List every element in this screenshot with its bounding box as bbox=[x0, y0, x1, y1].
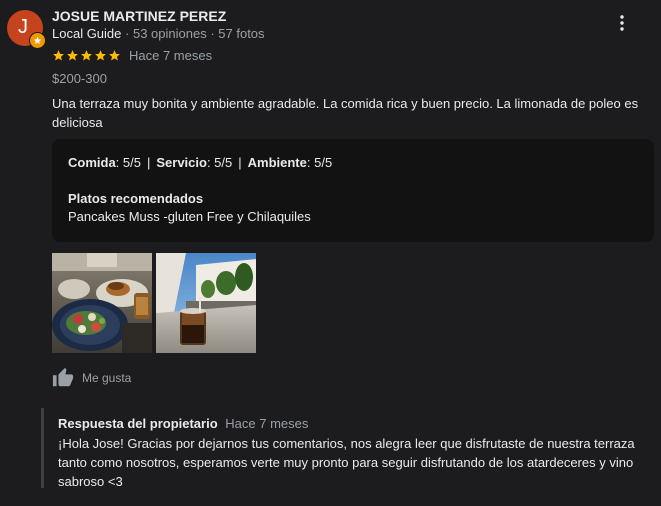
food-value: : 5/5 bbox=[115, 155, 141, 170]
reviewer-meta: Local Guide · 53 opiniones · 57 fotos bbox=[52, 26, 265, 41]
owner-reply-time: Hace 7 meses bbox=[225, 416, 309, 431]
meta-dot: · bbox=[125, 26, 133, 41]
ambience-value: : 5/5 bbox=[306, 155, 333, 170]
service-label: Servicio bbox=[156, 155, 207, 170]
avatar-initial: J bbox=[18, 15, 28, 38]
review-photo-terrace-drink[interactable] bbox=[156, 253, 256, 353]
service-value: : 5/5 bbox=[206, 155, 233, 170]
attribute-separator: | bbox=[146, 155, 151, 170]
owner-reply-title: Respuesta del propietario bbox=[58, 416, 218, 431]
star-icon bbox=[53, 50, 64, 61]
ambience-label: Ambiente bbox=[247, 155, 307, 170]
owner-reply-text: ¡Hola Jose! Gracias por dejarnos tus com… bbox=[58, 436, 635, 489]
owner-reply-header: Respuesta del propietario Hace 7 meses bbox=[58, 416, 308, 431]
more-options-button[interactable] bbox=[612, 14, 632, 36]
photos-count: 57 fotos bbox=[218, 26, 265, 41]
review-text: Una terraza muy bonita y ambiente agrada… bbox=[52, 96, 639, 130]
star-icon bbox=[81, 50, 92, 61]
star-icon bbox=[109, 50, 120, 61]
review-time: Hace 7 meses bbox=[129, 48, 213, 63]
star-icon bbox=[67, 50, 78, 61]
like-label: Me gusta bbox=[82, 371, 132, 385]
local-guide-label: Local Guide bbox=[52, 26, 122, 41]
reviewer-name[interactable]: JOSUE MARTINEZ PEREZ bbox=[52, 8, 226, 24]
star-rating bbox=[52, 49, 121, 62]
recommended-dishes-text: Pancakes Muss -gluten Free y Chilaquiles bbox=[68, 209, 311, 224]
review-attributes: Comida: 5/5 | Servicio: 5/5 | Ambiente: 5/5 … bbox=[52, 139, 654, 242]
food-label: Comida bbox=[68, 155, 116, 170]
price-range: $200-300 bbox=[52, 71, 107, 86]
thumb-up-icon bbox=[52, 367, 74, 389]
local-guide-star-icon bbox=[29, 32, 46, 49]
rating-row: Hace 7 meses bbox=[52, 48, 212, 63]
star-icon bbox=[95, 50, 106, 61]
attribute-separator: | bbox=[238, 155, 242, 170]
like-button[interactable]: Me gusta bbox=[52, 367, 131, 389]
recommended-dishes-title: Platos recomendados bbox=[68, 191, 204, 206]
attribute-ratings: Comida: 5/5 | Servicio: 5/5 | Ambiente: 5/5 bbox=[68, 155, 332, 170]
more-vert-icon bbox=[620, 14, 624, 36]
owner-reply: Respuesta del propietario Hace 7 meses ¡… bbox=[41, 408, 644, 489]
reviews-count: 53 opiniones bbox=[132, 26, 207, 41]
review-photo-food[interactable] bbox=[52, 253, 152, 353]
